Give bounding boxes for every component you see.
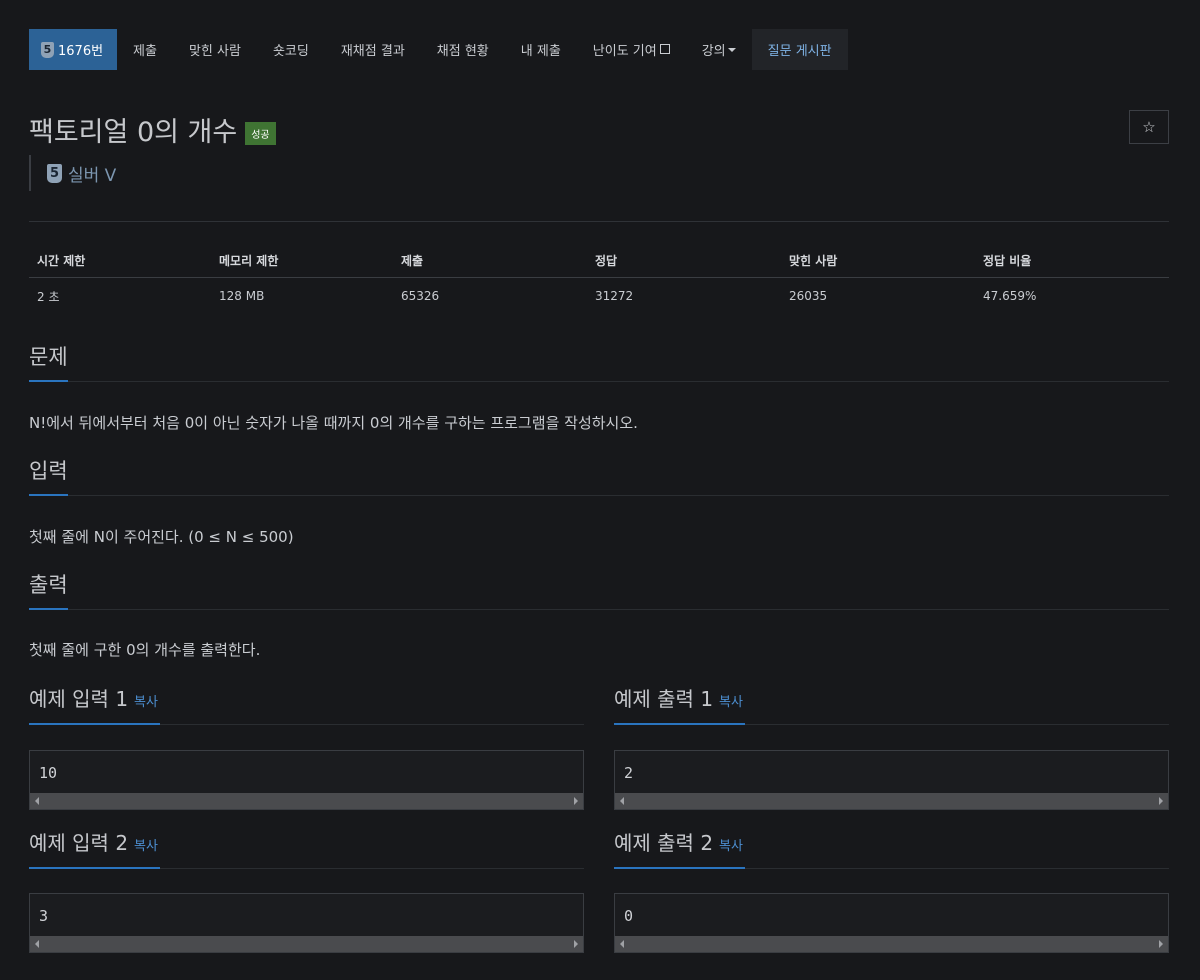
sample-input-1-value: 10	[39, 764, 58, 782]
sample-output-1-value: 2	[624, 764, 634, 782]
favorite-star-button[interactable]: ☆	[1129, 110, 1169, 144]
horizontal-scrollbar[interactable]	[30, 793, 583, 809]
nav-short-coding[interactable]: 숏코딩	[257, 29, 325, 70]
value-accept-ratio: 47.659%	[983, 289, 1037, 303]
scroll-right-icon[interactable]	[1159, 940, 1163, 948]
sample-output-2-header: 예제 출력 2 복사	[614, 829, 1169, 869]
horizontal-scrollbar[interactable]	[615, 793, 1168, 809]
horizontal-scrollbar[interactable]	[30, 936, 583, 952]
nav-qna-board[interactable]: 질문 게시판	[751, 29, 848, 70]
header-solved-users: 맞힌 사람	[789, 254, 838, 268]
sample-input-1-header: 예제 입력 1 복사	[29, 685, 584, 725]
scroll-left-icon[interactable]	[35, 940, 39, 948]
horizontal-scrollbar[interactable]	[615, 936, 1168, 952]
section-input-title: 입력	[29, 458, 68, 496]
sample-output-1-label: 예제 출력 1	[614, 687, 714, 711]
copy-button[interactable]: 복사	[134, 839, 158, 854]
nav-submit[interactable]: 제출	[117, 29, 173, 70]
sample-input-2-value: 3	[39, 907, 49, 925]
nav-problem-number-label: 1676번	[58, 44, 104, 59]
sample-input-2-label: 예제 입력 2	[29, 831, 129, 855]
header-accepted: 정답	[595, 254, 618, 268]
info-header-row: 시간 제한 메모리 제한 제출 정답 맞힌 사람 정답 비율	[29, 244, 1169, 278]
scroll-right-icon[interactable]	[574, 797, 578, 805]
scroll-left-icon[interactable]	[35, 797, 39, 805]
caret-down-icon	[727, 47, 736, 52]
sample-output-1-header: 예제 출력 1 복사	[614, 685, 1169, 725]
header-time-limit: 시간 제한	[37, 254, 86, 268]
section-output-header: 출력	[29, 572, 1169, 610]
header-submissions: 제출	[401, 254, 424, 268]
tier-label: 실버 V	[68, 165, 117, 186]
nav-lectures[interactable]: 강의	[686, 29, 752, 70]
nav-problem-number[interactable]: 5 1676번	[29, 29, 118, 70]
divider	[29, 221, 1169, 222]
copy-button[interactable]: 복사	[134, 695, 158, 710]
problem-nav: 5 1676번 제출 맞힌 사람 숏코딩 재채점 결과 채점 현황 내 제출 난…	[29, 29, 848, 70]
sample-output-1-title: 예제 출력 1 복사	[614, 685, 745, 725]
sample-input-2-header: 예제 입력 2 복사	[29, 829, 584, 869]
scroll-right-icon[interactable]	[574, 940, 578, 948]
sample-input-2-box[interactable]: 3	[29, 893, 584, 953]
sample-input-2-title: 예제 입력 2 복사	[29, 829, 160, 869]
silver-tier-icon: 5	[41, 41, 54, 58]
nav-difficulty-label: 난이도 기여	[592, 44, 657, 59]
sample-output-2-label: 예제 출력 2	[614, 831, 714, 855]
sample-output-1-box[interactable]: 2	[614, 750, 1169, 810]
problem-tier[interactable]: 5 실버 V	[29, 155, 116, 191]
value-submissions: 65326	[401, 289, 440, 303]
value-time-limit: 2 초	[37, 289, 60, 304]
section-description-body: N!에서 뒤에서부터 처음 0이 아닌 숫자가 나올 때까지 0의 개수를 구하…	[29, 414, 638, 432]
value-solved-users: 26035	[789, 289, 828, 303]
sample-input-1-box[interactable]: 10	[29, 750, 584, 810]
section-description-title: 문제	[29, 344, 68, 382]
problem-info-table: 시간 제한 메모리 제한 제출 정답 맞힌 사람 정답 비율 2 초 128 M…	[29, 244, 1169, 314]
scroll-right-icon[interactable]	[1159, 797, 1163, 805]
nav-difficulty-contribution[interactable]: 난이도 기여	[577, 29, 686, 70]
header-memory-limit: 메모리 제한	[219, 254, 279, 268]
sample-input-1-label: 예제 입력 1	[29, 687, 129, 711]
sample-output-2-value: 0	[624, 907, 634, 925]
header-accept-ratio: 정답 비율	[983, 254, 1032, 268]
scroll-left-icon[interactable]	[620, 940, 624, 948]
silver-tier-icon: 5	[47, 163, 62, 183]
scroll-left-icon[interactable]	[620, 797, 624, 805]
nav-judge-status[interactable]: 채점 현황	[421, 29, 505, 70]
nav-my-submissions[interactable]: 내 제출	[505, 29, 577, 70]
info-value-row: 2 초 128 MB 65326 31272 26035 47.659%	[29, 278, 1169, 314]
nav-solved-users[interactable]: 맞힌 사람	[173, 29, 257, 70]
section-input-header: 입력	[29, 458, 1169, 496]
section-output-body: 첫째 줄에 구한 0의 개수를 출력한다.	[29, 641, 261, 659]
section-description-header: 문제	[29, 344, 1169, 382]
copy-button[interactable]: 복사	[719, 839, 743, 854]
copy-button[interactable]: 복사	[719, 695, 743, 710]
sample-output-2-title: 예제 출력 2 복사	[614, 829, 745, 869]
star-icon: ☆	[1142, 118, 1156, 136]
problem-title-row: 팩토리얼 0의 개수 성공	[29, 110, 276, 149]
section-input-body: 첫째 줄에 N이 주어진다. (0 ≤ N ≤ 500)	[29, 528, 294, 546]
page-title: 팩토리얼 0의 개수	[29, 117, 238, 148]
status-badge: 성공	[245, 122, 276, 145]
value-accepted: 31272	[595, 289, 634, 303]
section-output-title: 출력	[29, 572, 68, 610]
value-memory-limit: 128 MB	[219, 289, 265, 303]
external-link-icon	[659, 43, 670, 54]
nav-rejudge-results[interactable]: 재채점 결과	[325, 29, 421, 70]
nav-lectures-label: 강의	[701, 44, 726, 59]
sample-output-2-box[interactable]: 0	[614, 893, 1169, 953]
sample-input-1-title: 예제 입력 1 복사	[29, 685, 160, 725]
